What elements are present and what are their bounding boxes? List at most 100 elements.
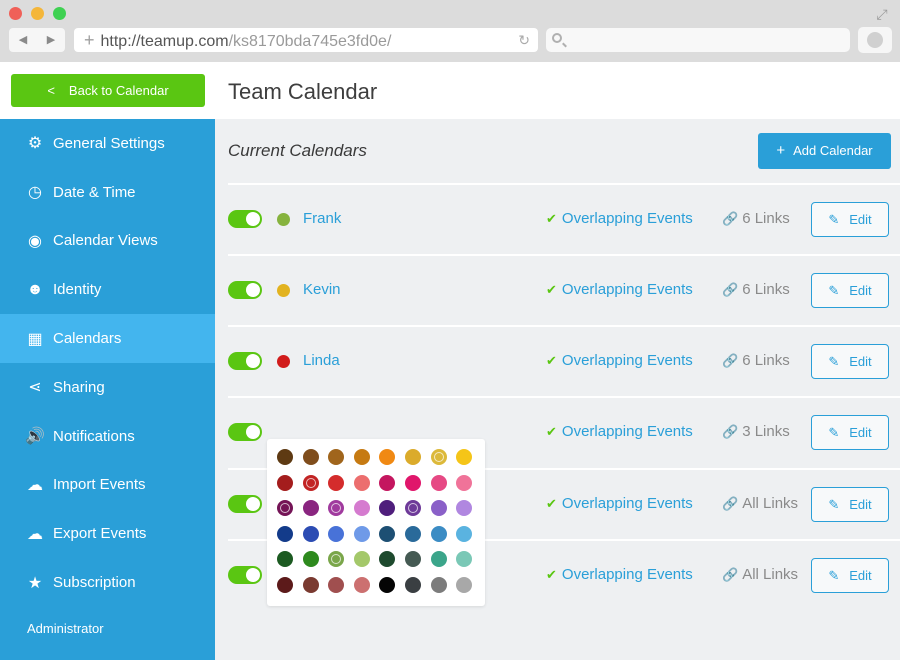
color-swatch[interactable]: [456, 577, 473, 593]
color-swatch[interactable]: [405, 525, 421, 542]
edit-calendar-button[interactable]: ✎ Edit: [811, 344, 889, 379]
calendar-name-link[interactable]: Linda: [303, 352, 340, 369]
overlapping-events-link[interactable]: ✔ Overlapping Events: [546, 352, 693, 369]
color-swatch[interactable]: [277, 525, 293, 542]
calendar-name-link[interactable]: Frank: [303, 210, 341, 227]
edit-calendar-button[interactable]: ✎ Edit: [811, 487, 889, 522]
color-swatch[interactable]: [379, 474, 396, 491]
color-swatch[interactable]: [277, 551, 293, 568]
color-swatch[interactable]: [405, 577, 421, 593]
color-swatch[interactable]: [430, 474, 447, 491]
color-swatch[interactable]: [430, 500, 447, 517]
color-swatch[interactable]: [302, 500, 319, 517]
url-bar[interactable]: + http://teamup.com/ks8170bda745e3fd0e/ ↻: [74, 28, 538, 52]
edit-calendar-button[interactable]: ✎ Edit: [811, 273, 889, 308]
color-swatch[interactable]: [405, 474, 421, 491]
color-swatch[interactable]: [328, 525, 345, 542]
overlapping-events-link[interactable]: ✔ Overlapping Events: [546, 495, 693, 512]
add-calendar-button[interactable]: + Add Calendar: [758, 133, 891, 169]
sidebar-item-subscription[interactable]: ★ Subscription: [0, 558, 215, 607]
color-swatch[interactable]: [456, 500, 473, 517]
color-swatch[interactable]: [456, 525, 473, 542]
color-swatch[interactable]: [379, 449, 396, 465]
color-swatch[interactable]: [353, 525, 370, 542]
sidebar-item-calendar-views[interactable]: ◉ Calendar Views: [0, 217, 215, 266]
color-swatch[interactable]: [379, 525, 396, 542]
color-swatch[interactable]: [328, 474, 345, 491]
maximize-window-button[interactable]: [53, 7, 66, 20]
color-swatch[interactable]: [353, 551, 370, 568]
calendar-enabled-toggle[interactable]: [228, 281, 262, 299]
sidebar-item-identity[interactable]: ☻ Identity: [0, 265, 215, 314]
color-swatch[interactable]: [277, 577, 293, 593]
color-swatch[interactable]: [430, 551, 447, 568]
sidebar-item-export-events[interactable]: ☁ Export Events: [0, 509, 215, 558]
calendar-enabled-toggle[interactable]: [228, 566, 262, 584]
calendar-enabled-toggle[interactable]: [228, 423, 262, 441]
calendar-links[interactable]: 🔗 All Links: [722, 566, 798, 583]
color-swatch[interactable]: [328, 449, 345, 465]
edit-calendar-button[interactable]: ✎ Edit: [811, 202, 889, 237]
color-swatch[interactable]: [405, 449, 421, 465]
expand-icon[interactable]: ⤢: [874, 6, 890, 22]
color-swatch[interactable]: [302, 551, 319, 568]
sidebar-item-import-events[interactable]: ☁ Import Events: [0, 461, 215, 510]
calendar-enabled-toggle[interactable]: [228, 495, 262, 513]
calendar-links[interactable]: 🔗 All Links: [722, 495, 798, 512]
edit-calendar-button[interactable]: ✎ Edit: [811, 558, 889, 593]
color-swatch[interactable]: [405, 500, 421, 517]
calendar-color-dot[interactable]: [277, 284, 290, 297]
sidebar-item-general-settings[interactable]: ⚙ General Settings: [0, 119, 215, 168]
color-swatch[interactable]: [456, 474, 473, 491]
color-swatch[interactable]: [277, 449, 293, 465]
color-swatch[interactable]: [379, 577, 396, 593]
color-swatch[interactable]: [277, 474, 293, 491]
calendar-links[interactable]: 🔗 6 Links: [722, 210, 790, 227]
edit-calendar-button[interactable]: ✎ Edit: [811, 415, 889, 450]
sidebar-item-sharing[interactable]: ⋖ Sharing: [0, 363, 215, 412]
calendar-enabled-toggle[interactable]: [228, 210, 262, 228]
overlapping-events-link[interactable]: ✔ Overlapping Events: [546, 281, 693, 298]
sidebar-item-date-time[interactable]: ◷ Date & Time: [0, 168, 215, 217]
calendar-color-dot[interactable]: [277, 213, 290, 226]
back-arrow-icon[interactable]: ◀: [9, 28, 37, 52]
calendar-name-link[interactable]: Kevin: [303, 281, 341, 298]
profile-button[interactable]: [858, 27, 892, 53]
sidebar-item-notifications[interactable]: 🔊 Notifications: [0, 412, 215, 461]
color-swatch[interactable]: [353, 500, 370, 517]
calendar-links[interactable]: 🔗 3 Links: [722, 423, 790, 440]
browser-search-input[interactable]: [546, 28, 850, 52]
color-swatch[interactable]: [328, 500, 345, 517]
refresh-icon[interactable]: ↻: [518, 28, 530, 52]
color-swatch[interactable]: [456, 449, 473, 465]
color-swatch[interactable]: [302, 577, 319, 593]
color-swatch[interactable]: [353, 449, 370, 465]
color-swatch[interactable]: [353, 577, 370, 593]
color-swatch[interactable]: [302, 525, 319, 542]
color-swatch[interactable]: [277, 500, 293, 517]
minimize-window-button[interactable]: [31, 7, 44, 20]
color-swatch[interactable]: [328, 577, 345, 593]
calendar-color-dot[interactable]: [277, 355, 290, 368]
sidebar-item-calendars[interactable]: ▦ Calendars: [0, 314, 215, 363]
color-swatch[interactable]: [328, 551, 345, 568]
color-swatch[interactable]: [302, 449, 319, 465]
overlapping-events-link[interactable]: ✔ Overlapping Events: [546, 210, 693, 227]
color-swatch[interactable]: [302, 474, 319, 491]
calendar-links[interactable]: 🔗 6 Links: [722, 281, 790, 298]
calendar-enabled-toggle[interactable]: [228, 352, 262, 370]
close-window-button[interactable]: [9, 7, 22, 20]
color-swatch[interactable]: [430, 449, 447, 465]
forward-arrow-icon[interactable]: ▶: [37, 28, 65, 52]
color-swatch[interactable]: [379, 500, 396, 517]
color-swatch[interactable]: [405, 551, 421, 568]
back-to-calendar-button[interactable]: < Back to Calendar: [11, 74, 205, 107]
color-swatch[interactable]: [379, 551, 396, 568]
color-swatch[interactable]: [353, 474, 370, 491]
overlapping-events-link[interactable]: ✔ Overlapping Events: [546, 566, 693, 583]
overlapping-events-link[interactable]: ✔ Overlapping Events: [546, 423, 693, 440]
calendar-links[interactable]: 🔗 6 Links: [722, 352, 790, 369]
color-swatch[interactable]: [430, 577, 447, 593]
color-swatch[interactable]: [456, 551, 473, 568]
color-swatch[interactable]: [430, 525, 447, 542]
